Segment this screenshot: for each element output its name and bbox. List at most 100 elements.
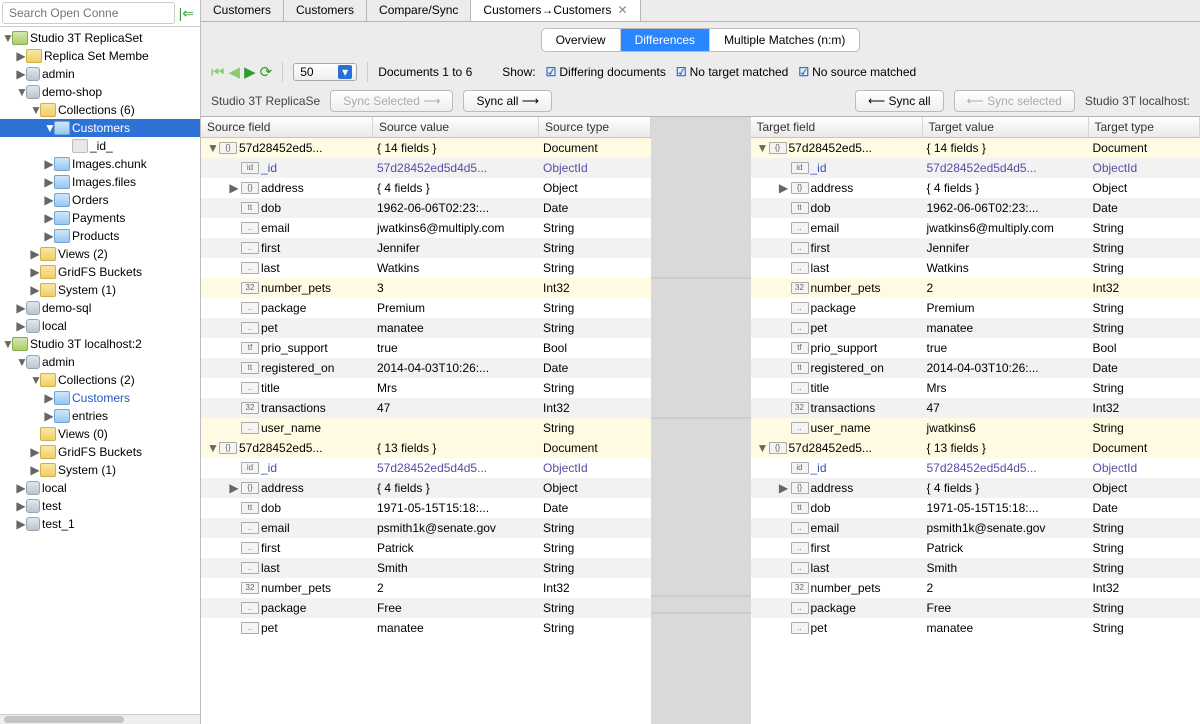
connection-tree[interactable]: ▼Studio 3T ReplicaSet ▶Replica Set Membe…: [0, 27, 200, 714]
table-row[interactable]: ..lastWatkinsString: [751, 258, 1200, 278]
table-row[interactable]: tfprio_supporttrueBool: [751, 338, 1200, 358]
table-row[interactable]: ..lastWatkinsString: [201, 258, 651, 278]
table-row[interactable]: ttdob1962-06-06T02:23:...Date: [751, 198, 1200, 218]
page-size-select[interactable]: 50: [293, 63, 357, 81]
sync-all-right-button[interactable]: Sync all ⟶: [463, 90, 552, 112]
sync-all-left-button[interactable]: ⟵ Sync all: [855, 90, 944, 112]
checkbox-no-source[interactable]: ☑No source matched: [798, 65, 916, 79]
tree-item-customers[interactable]: ▼Customers: [0, 119, 200, 137]
tab-compare-sync[interactable]: Compare/Sync: [367, 0, 471, 21]
checkbox-differing[interactable]: ☑Differing documents: [546, 65, 666, 79]
table-row[interactable]: ..lastSmithString: [751, 558, 1200, 578]
col-source-field[interactable]: Source field: [201, 117, 373, 137]
table-row[interactable]: ..firstJenniferString: [201, 238, 651, 258]
table-row[interactable]: ..packageFreeString: [201, 598, 651, 618]
table-row[interactable]: ..petmanateeString: [751, 318, 1200, 338]
collapse-icon[interactable]: |⇐: [175, 5, 198, 22]
table-row[interactable]: tfprio_supporttrueBool: [201, 338, 651, 358]
sync-selected-right-button[interactable]: Sync Selected ⟶: [330, 90, 453, 112]
field-type: Int32: [539, 281, 651, 295]
col-target-value[interactable]: Target value: [923, 117, 1089, 137]
table-row[interactable]: ..petmanateeString: [751, 618, 1200, 638]
table-row[interactable]: 32number_pets2Int32: [201, 578, 651, 598]
sidebar-scrollbar[interactable]: [0, 714, 200, 724]
table-row[interactable]: 32transactions47Int32: [751, 398, 1200, 418]
subtab-overview[interactable]: Overview: [542, 29, 621, 51]
table-row[interactable]: ttregistered_on2014-04-03T10:26:...Date: [751, 358, 1200, 378]
tab-customers-to-customers[interactable]: Customers→Customers✕: [471, 0, 640, 21]
col-source-type[interactable]: Source type: [539, 117, 651, 137]
table-row[interactable]: id_id57d28452ed5d4d5...ObjectId: [201, 458, 651, 478]
table-row[interactable]: id_id57d28452ed5d4d5...ObjectId: [751, 458, 1200, 478]
table-row[interactable]: ..packageFreeString: [751, 598, 1200, 618]
table-row[interactable]: ..emailjwatkins6@multiply.comString: [751, 218, 1200, 238]
expand-icon[interactable]: ▼: [757, 441, 767, 455]
table-row[interactable]: ..packagePremiumString: [751, 298, 1200, 318]
table-row[interactable]: 32transactions47Int32: [201, 398, 651, 418]
refresh-icon[interactable]: ⟳: [260, 63, 273, 81]
prev-page-icon[interactable]: ◀: [229, 63, 241, 81]
subtab-differences[interactable]: Differences: [621, 29, 710, 51]
show-label: Show:: [502, 65, 535, 79]
table-row[interactable]: ..petmanateeString: [201, 318, 651, 338]
table-row[interactable]: ttregistered_on2014-04-03T10:26:...Date: [201, 358, 651, 378]
table-row[interactable]: ttdob1962-06-06T02:23:...Date: [201, 198, 651, 218]
table-row[interactable]: ..packagePremiumString: [201, 298, 651, 318]
checkbox-no-target[interactable]: ☑No target matched: [676, 65, 788, 79]
table-row[interactable]: 32number_pets3Int32: [201, 278, 651, 298]
expand-icon[interactable]: ▶: [779, 481, 789, 495]
field-value: 1971-05-15T15:18:...: [373, 501, 539, 515]
table-row[interactable]: id_id57d28452ed5d4d5...ObjectId: [751, 158, 1200, 178]
expand-icon[interactable]: ▼: [207, 441, 217, 455]
table-row[interactable]: ..titleMrsString: [751, 378, 1200, 398]
table-row[interactable]: ..user_namejwatkins6String: [751, 418, 1200, 438]
table-row[interactable]: id_id57d28452ed5d4d5...ObjectId: [201, 158, 651, 178]
table-row[interactable]: ..emailjwatkins6@multiply.comString: [201, 218, 651, 238]
field-type: Document: [539, 441, 651, 455]
col-target-field[interactable]: Target field: [751, 117, 923, 137]
sync-selected-left-button[interactable]: ⟵ Sync selected: [954, 90, 1075, 112]
table-row[interactable]: ..firstJenniferString: [751, 238, 1200, 258]
table-row[interactable]: 32number_pets2Int32: [751, 578, 1200, 598]
field-value: psmith1k@senate.gov: [373, 521, 539, 535]
col-source-value[interactable]: Source value: [373, 117, 539, 137]
tab-customers-1[interactable]: Customers: [201, 0, 284, 21]
field-type: Date: [539, 361, 651, 375]
table-row[interactable]: ▶{}address{ 4 fields }Object: [201, 478, 651, 498]
table-row[interactable]: ttdob1971-05-15T15:18:...Date: [751, 498, 1200, 518]
table-row[interactable]: ..user_nameString: [201, 418, 651, 438]
expand-icon[interactable]: ▼: [757, 141, 767, 155]
table-row[interactable]: ▼{}57d28452ed5...{ 14 fields }Document: [201, 138, 651, 158]
field-name: email: [811, 521, 840, 535]
table-row[interactable]: ..firstPatrickString: [751, 538, 1200, 558]
table-row[interactable]: ▼{}57d28452ed5...{ 13 fields }Document: [751, 438, 1200, 458]
table-row[interactable]: ..petmanateeString: [201, 618, 651, 638]
table-row[interactable]: ..firstPatrickString: [201, 538, 651, 558]
expand-icon[interactable]: ▶: [229, 181, 239, 195]
expand-icon[interactable]: ▶: [229, 481, 239, 495]
expand-icon[interactable]: ▶: [779, 181, 789, 195]
table-row[interactable]: ▼{}57d28452ed5...{ 13 fields }Document: [201, 438, 651, 458]
search-input[interactable]: [2, 2, 175, 24]
field-name: address: [261, 181, 304, 195]
first-page-icon[interactable]: ⏮: [211, 64, 225, 81]
table-row[interactable]: ..emailpsmith1k@senate.govString: [201, 518, 651, 538]
table-row[interactable]: ..lastSmithString: [201, 558, 651, 578]
col-target-type[interactable]: Target type: [1089, 117, 1200, 137]
expand-icon[interactable]: ▼: [207, 141, 217, 155]
subtab-multiple-matches[interactable]: Multiple Matches (n:m): [710, 29, 859, 51]
table-row[interactable]: ttdob1971-05-15T15:18:...Date: [201, 498, 651, 518]
table-row[interactable]: ..emailpsmith1k@senate.govString: [751, 518, 1200, 538]
table-row[interactable]: ▶{}address{ 4 fields }Object: [201, 178, 651, 198]
table-row[interactable]: ▼{}57d28452ed5...{ 14 fields }Document: [751, 138, 1200, 158]
tree-label: admin: [42, 355, 75, 369]
close-icon[interactable]: ✕: [617, 3, 627, 17]
table-row[interactable]: ▶{}address{ 4 fields }Object: [751, 178, 1200, 198]
field-value: { 13 fields }: [373, 441, 539, 455]
tree-label: demo-sql: [42, 301, 91, 315]
table-row[interactable]: ..titleMrsString: [201, 378, 651, 398]
tab-customers-2[interactable]: Customers: [284, 0, 367, 21]
table-row[interactable]: 32number_pets2Int32: [751, 278, 1200, 298]
table-row[interactable]: ▶{}address{ 4 fields }Object: [751, 478, 1200, 498]
next-page-icon[interactable]: ▶: [244, 63, 256, 81]
